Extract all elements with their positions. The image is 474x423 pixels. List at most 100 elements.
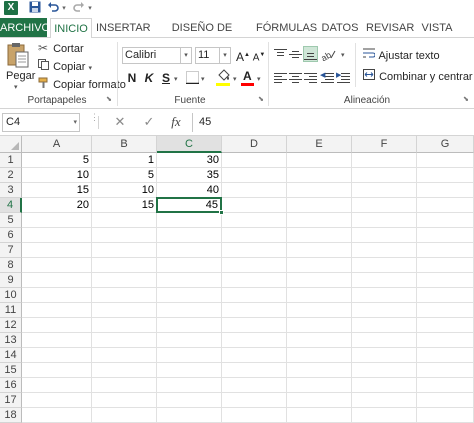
cell[interactable] (157, 258, 222, 273)
tab-inicio[interactable]: INICIO (50, 18, 92, 38)
row-header-16[interactable]: 16 (0, 378, 22, 393)
insert-function-icon[interactable]: fx (168, 114, 184, 130)
row-header-17[interactable]: 17 (0, 393, 22, 408)
fill-color-dropdown-icon[interactable]: ▾ (233, 75, 237, 83)
cell[interactable] (92, 258, 157, 273)
orientation-dropdown-icon[interactable]: ▾ (341, 51, 345, 59)
cell[interactable] (352, 408, 417, 423)
underline-dropdown-icon[interactable]: ▾ (174, 75, 178, 83)
cell[interactable] (22, 363, 92, 378)
cell[interactable] (417, 393, 474, 408)
wrap-text-button[interactable]: Ajustar texto (361, 48, 440, 64)
cell[interactable] (92, 348, 157, 363)
font-name-combo[interactable]: Calibri ▾ (122, 47, 192, 64)
cell[interactable] (417, 348, 474, 363)
cell[interactable]: 40 (157, 183, 222, 198)
cell[interactable] (287, 363, 352, 378)
cell[interactable] (22, 333, 92, 348)
chevron-down-icon[interactable]: ▾ (73, 114, 77, 131)
cell[interactable] (22, 348, 92, 363)
row-header-4[interactable]: 4 (0, 198, 22, 213)
cell[interactable] (157, 303, 222, 318)
cell[interactable] (157, 393, 222, 408)
cell[interactable] (22, 258, 92, 273)
redo-icon[interactable] (72, 1, 86, 16)
font-color-button[interactable]: A (241, 69, 255, 87)
cell[interactable] (157, 363, 222, 378)
italic-button[interactable]: K (141, 70, 157, 86)
format-painter-button[interactable]: Copiar formato (36, 77, 126, 93)
cell[interactable] (287, 333, 352, 348)
cell[interactable] (92, 318, 157, 333)
cell[interactable] (92, 213, 157, 228)
cell[interactable] (222, 348, 287, 363)
cell[interactable] (222, 198, 287, 213)
cell[interactable] (222, 273, 287, 288)
column-header-d[interactable]: D (222, 136, 287, 153)
cell[interactable] (222, 168, 287, 183)
cell[interactable] (417, 408, 474, 423)
paste-dropdown-icon[interactable]: ▾ (14, 83, 18, 91)
tab-datos[interactable]: DATOS (320, 18, 360, 38)
column-header-g[interactable]: G (417, 136, 474, 153)
orientation-icon[interactable]: ab (319, 48, 339, 63)
cell[interactable] (417, 378, 474, 393)
fill-handle[interactable] (219, 210, 224, 215)
cell[interactable] (222, 378, 287, 393)
cell[interactable]: 1 (92, 153, 157, 168)
tab-vista[interactable]: VISTA (420, 18, 454, 38)
cell[interactable] (92, 378, 157, 393)
cell[interactable] (22, 273, 92, 288)
cell[interactable] (157, 408, 222, 423)
underline-button[interactable]: S (158, 70, 174, 86)
tab-formulas[interactable]: FÓRMULAS (256, 18, 317, 38)
row-header-15[interactable]: 15 (0, 363, 22, 378)
resize-handle-icon[interactable]: ⋮ (90, 113, 99, 130)
cell[interactable] (287, 408, 352, 423)
cell[interactable] (352, 198, 417, 213)
cell[interactable] (22, 213, 92, 228)
cell[interactable] (287, 153, 352, 168)
cell[interactable] (287, 273, 352, 288)
cell[interactable] (417, 303, 474, 318)
cell[interactable] (92, 333, 157, 348)
cell[interactable] (222, 153, 287, 168)
cell[interactable] (287, 378, 352, 393)
shrink-font-button[interactable]: A▼ (251, 47, 267, 63)
select-all-button[interactable] (0, 136, 22, 153)
cell[interactable] (92, 363, 157, 378)
column-header-c[interactable]: C (157, 136, 222, 153)
cell[interactable] (287, 393, 352, 408)
cell[interactable] (287, 198, 352, 213)
cell[interactable] (417, 363, 474, 378)
cell[interactable] (352, 303, 417, 318)
cell[interactable] (352, 168, 417, 183)
cell[interactable] (22, 288, 92, 303)
paste-button[interactable]: Pegar ▾ (4, 42, 35, 92)
row-header-6[interactable]: 6 (0, 228, 22, 243)
cell[interactable] (287, 213, 352, 228)
cell[interactable] (417, 258, 474, 273)
cell[interactable] (417, 168, 474, 183)
cell[interactable] (157, 243, 222, 258)
column-header-f[interactable]: F (352, 136, 417, 153)
align-bottom-icon[interactable] (303, 46, 318, 62)
align-middle-icon[interactable] (288, 47, 303, 63)
copy-dropdown-icon[interactable]: ▾ (89, 65, 93, 72)
cell[interactable] (352, 243, 417, 258)
cell[interactable] (22, 318, 92, 333)
cell[interactable] (287, 183, 352, 198)
cell[interactable] (417, 243, 474, 258)
cell[interactable] (157, 348, 222, 363)
font-color-dropdown-icon[interactable]: ▾ (257, 75, 261, 83)
cell[interactable]: 5 (22, 153, 92, 168)
customize-icon[interactable]: ▾ (86, 1, 94, 16)
increase-indent-icon[interactable]: ▶ (336, 70, 351, 86)
chevron-down-icon[interactable]: ▾ (219, 48, 230, 63)
cell[interactable]: 30 (157, 153, 222, 168)
cell[interactable] (92, 243, 157, 258)
cell[interactable]: 35 (157, 168, 222, 183)
cut-button[interactable]: ✂ Cortar (36, 41, 84, 57)
row-header-3[interactable]: 3 (0, 183, 22, 198)
cell[interactable] (222, 408, 287, 423)
